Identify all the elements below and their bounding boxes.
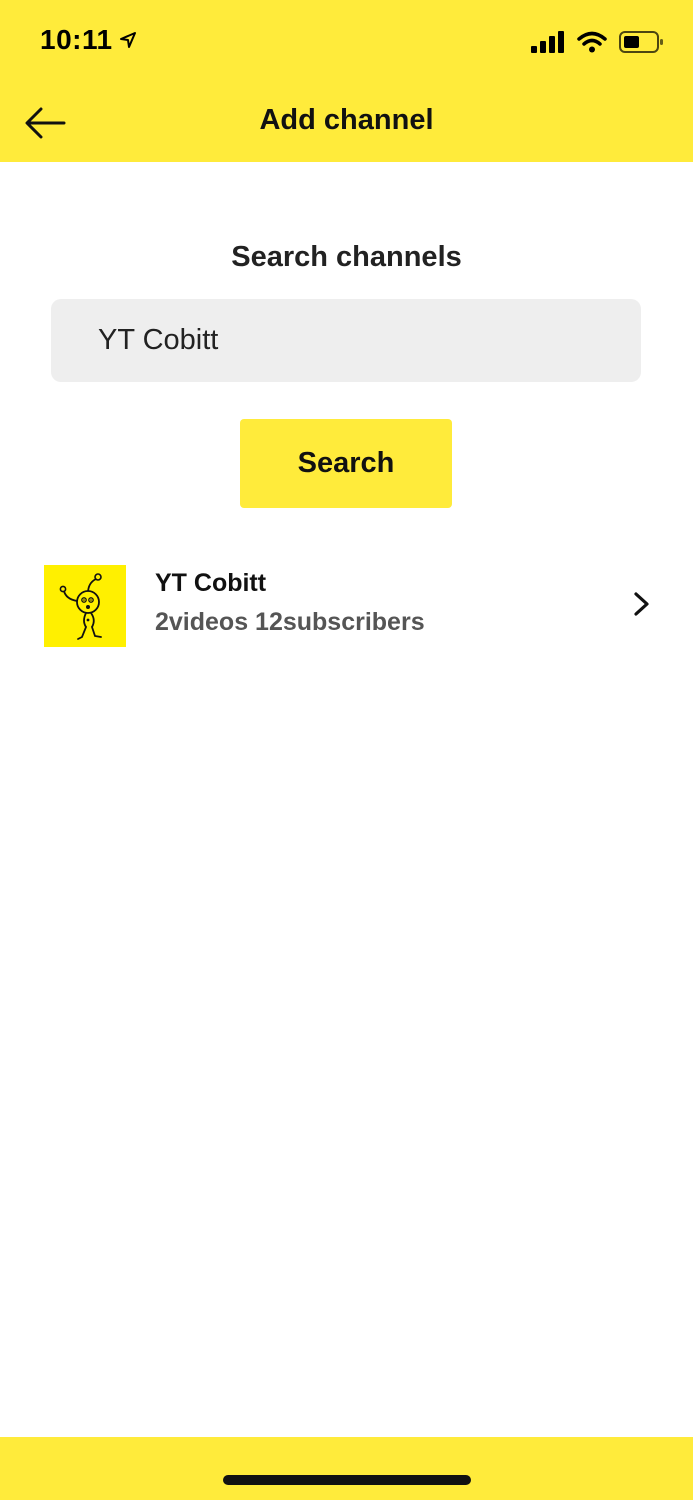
channel-stats: 2videos 12subscribers [155, 608, 425, 636]
channel-avatar-icon [44, 565, 126, 647]
cellular-signal-icon [531, 31, 565, 58]
status-time-text: 10:11 [40, 24, 113, 55]
battery-icon [619, 30, 665, 59]
chevron-right-icon [634, 592, 649, 616]
wifi-icon [577, 31, 607, 58]
bottom-bar [0, 1437, 693, 1500]
status-icons [519, 30, 665, 59]
search-section-title: Search channels [231, 241, 462, 273]
status-time: 10:11 [40, 24, 137, 56]
channel-name: YT Cobitt [155, 569, 267, 597]
search-button[interactable]: Search [240, 419, 452, 508]
home-indicator[interactable] [223, 1475, 471, 1485]
page-title: Add channel [259, 104, 434, 136]
search-input[interactable] [51, 299, 641, 382]
top-bar: 10:11 Add channel [0, 0, 693, 162]
location-arrow-icon [119, 32, 136, 48]
channel-result-row[interactable]: YT Cobitt 2videos 12subscribers [0, 555, 693, 655]
